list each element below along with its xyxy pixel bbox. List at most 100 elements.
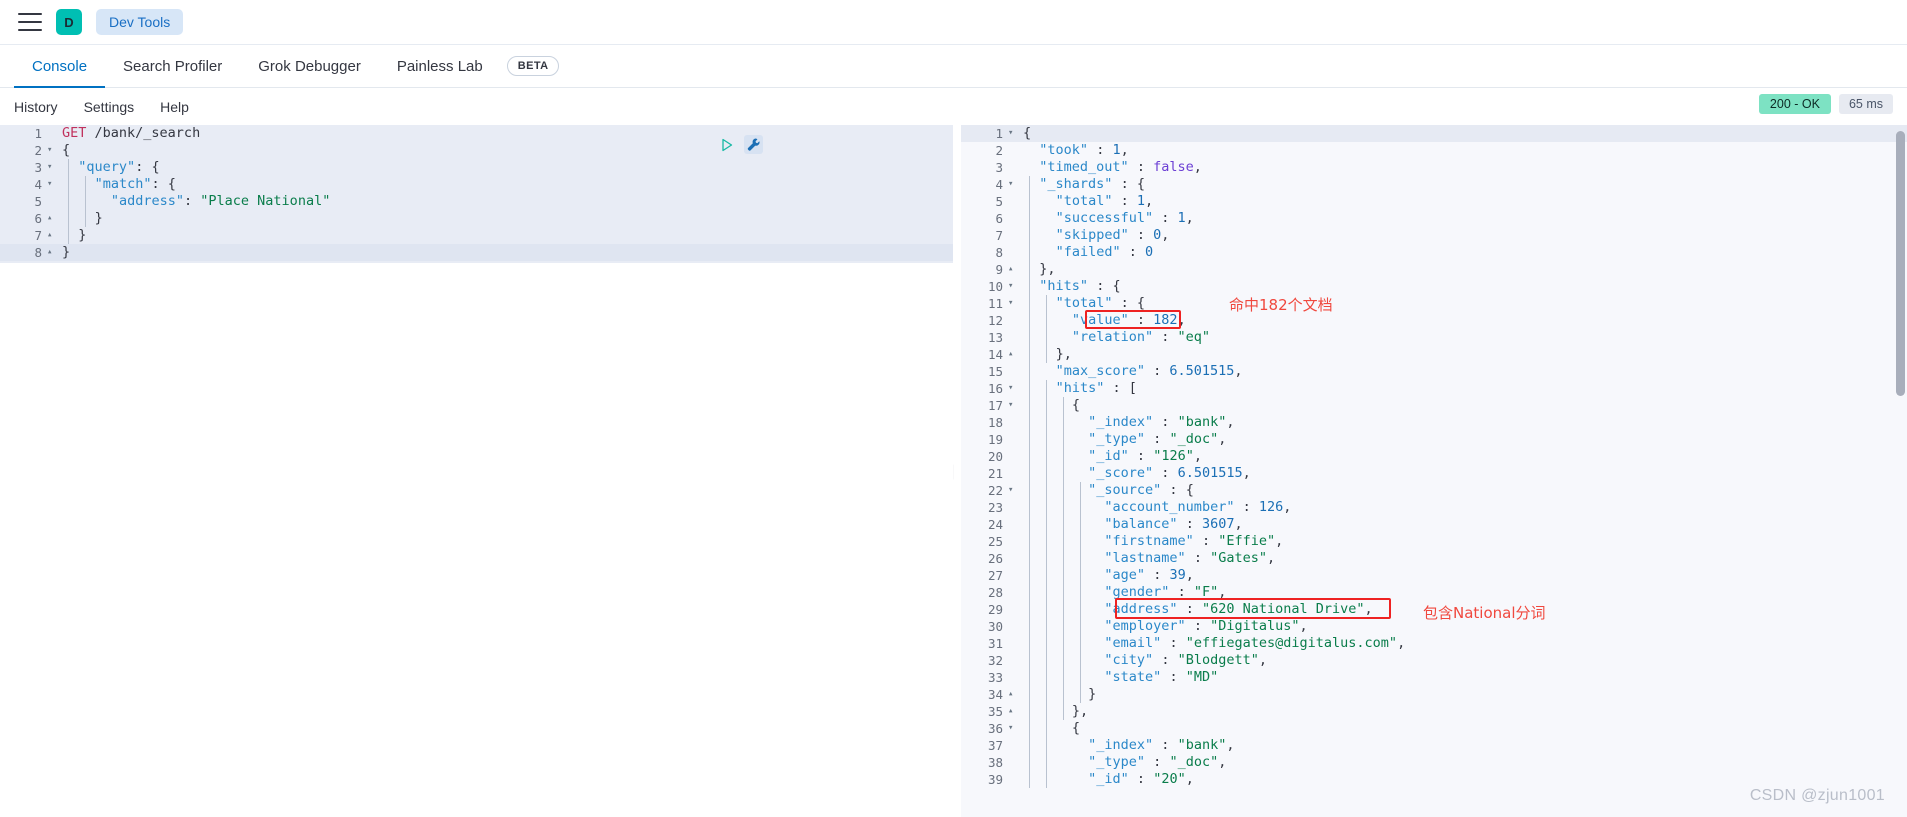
response-scrollbar-thumb[interactable]: [1896, 131, 1905, 396]
code-line: 4 ▾ "match": {: [0, 176, 953, 193]
line-number: 3: [34, 160, 42, 175]
annotation-label-address: 包含National分词: [1423, 604, 1546, 622]
tab-search-profiler[interactable]: Search Profiler: [105, 45, 240, 87]
code-text: }: [1088, 686, 1097, 702]
fold-toggle-icon[interactable]: ▾: [1007, 295, 1019, 312]
line-number: 14: [987, 347, 1003, 362]
code-text: "lastname" : "Gates",: [1104, 550, 1276, 566]
fold-toggle-icon[interactable]: ▾: [46, 159, 58, 176]
code-line: 11 ▾ "total" : {: [961, 295, 1907, 312]
line-number: 19: [987, 432, 1003, 447]
code-line: 39 "_id" : "20",: [961, 771, 1907, 788]
beta-badge: BETA: [506, 56, 560, 76]
code-line: 38 "_type" : "_doc",: [961, 754, 1907, 771]
tab-grok-debugger[interactable]: Grok Debugger: [240, 45, 379, 87]
code-text: },: [1071, 703, 1089, 719]
code-text: {: [1071, 720, 1080, 736]
console-toolbar: History Settings Help 200 - OK 65 ms: [0, 88, 1907, 125]
wrench-icon[interactable]: [744, 135, 763, 154]
annotation-label-hits-total: 命中182个文档: [1229, 296, 1333, 314]
tab-bar: Console Search Profiler Grok Debugger Pa…: [0, 45, 1907, 88]
code-text: "address": "Place National": [110, 193, 331, 209]
code-line: 17 ▾ {: [961, 397, 1907, 414]
code-text: "_id" : "20",: [1088, 771, 1194, 787]
line-number: 4: [995, 177, 1003, 192]
code-text: "total" : 1,: [1055, 193, 1154, 209]
request-editor-pane[interactable]: 1 GET /bank/_search 2 ▾{3 ▾ "query": {4 ▾ "ma…: [0, 125, 953, 817]
response-scrollbar[interactable]: [1896, 125, 1905, 817]
line-number: 7: [995, 228, 1003, 243]
code-line: 10 ▾ "hits" : {: [961, 278, 1907, 295]
code-line: 3 "timed_out" : false,: [961, 159, 1907, 176]
line-number: 2: [34, 143, 42, 158]
line-number: 1: [34, 126, 42, 141]
line-number: 31: [987, 636, 1003, 651]
code-line: 21 "_score" : 6.501515,: [961, 465, 1907, 482]
code-text: "_shards" : {: [1039, 176, 1145, 192]
code-line: 27 "age" : 39,: [961, 567, 1907, 584]
pane-splitter[interactable]: ❙❙: [945, 125, 970, 817]
fold-toggle-icon[interactable]: ▾: [1007, 278, 1019, 295]
code-text: "gender" : "F",: [1104, 584, 1227, 600]
fold-toggle-icon[interactable]: ▾: [1007, 125, 1019, 142]
line-number: 21: [987, 466, 1003, 481]
menu-history[interactable]: History: [14, 99, 58, 115]
fold-toggle-icon[interactable]: ▾: [1007, 397, 1019, 414]
menu-settings[interactable]: Settings: [84, 99, 135, 115]
code-text: "max_score" : 6.501515,: [1055, 363, 1243, 379]
tab-console[interactable]: Console: [14, 45, 106, 88]
fold-toggle-icon[interactable]: ▾: [1007, 176, 1019, 193]
code-line: 9 ▴ },: [961, 261, 1907, 278]
line-number: 5: [34, 194, 42, 209]
code-line: 16 ▾ "hits" : [: [961, 380, 1907, 397]
code-text: "skipped" : 0,: [1055, 227, 1170, 243]
watermark: CSDN @zjun1001: [1749, 787, 1885, 804]
code-text: "city" : "Blodgett",: [1104, 652, 1268, 668]
code-text: "value" : 182,: [1071, 312, 1186, 328]
code-text: "hits" : [: [1055, 380, 1137, 396]
fold-toggle-icon[interactable]: ▾: [46, 176, 58, 193]
code-line: 25 "firstname" : "Effie",: [961, 533, 1907, 550]
code-line: 31 "email" : "effiegates@digitalus.com",: [961, 635, 1907, 652]
fold-toggle-icon[interactable]: ▴: [1007, 703, 1019, 720]
avatar[interactable]: D: [56, 9, 82, 35]
line-number: 35: [987, 704, 1003, 719]
line-number: 10: [987, 279, 1003, 294]
code-line: 32 "city" : "Blodgett",: [961, 652, 1907, 669]
code-line: 12 "value" : 182,: [961, 312, 1907, 329]
line-number: 25: [987, 534, 1003, 549]
menu-help[interactable]: Help: [160, 99, 189, 115]
code-text: "_id" : "126",: [1088, 448, 1202, 464]
code-line: 26 "lastname" : "Gates",: [961, 550, 1907, 567]
code-line: 6 "successful" : 1,: [961, 210, 1907, 227]
response-viewer-pane[interactable]: 1 ▾{2 "took" : 1, 3 "timed_out" : false, 4 ▾…: [961, 125, 1907, 817]
code-text: "hits" : {: [1039, 278, 1121, 294]
code-text: "age" : 39,: [1104, 567, 1194, 583]
request-editor[interactable]: 1 GET /bank/_search 2 ▾{3 ▾ "query": {4 ▾ "ma…: [0, 125, 953, 261]
fold-toggle-icon[interactable]: ▴: [1007, 261, 1019, 278]
code-text: "relation" : "eq": [1071, 329, 1211, 345]
fold-toggle-icon[interactable]: ▴: [46, 227, 58, 244]
tab-painless-lab[interactable]: Painless Lab: [379, 45, 501, 87]
fold-toggle-icon[interactable]: ▾: [1007, 380, 1019, 397]
code-line: 6 ▴ }: [0, 210, 953, 227]
fold-toggle-icon[interactable]: ▾: [1007, 482, 1019, 499]
fold-toggle-icon[interactable]: ▴: [46, 210, 58, 227]
fold-toggle-icon[interactable]: ▴: [46, 244, 58, 261]
code-text: }: [62, 244, 71, 260]
line-number: 18: [987, 415, 1003, 430]
hamburger-menu-icon[interactable]: [18, 13, 42, 31]
line-number: 2: [995, 143, 1003, 158]
status-badge: 200 - OK: [1758, 94, 1831, 114]
play-icon[interactable]: [719, 137, 735, 153]
fold-toggle-icon[interactable]: ▾: [1007, 720, 1019, 737]
code-line: 8 "failed" : 0: [961, 244, 1907, 261]
fold-toggle-icon[interactable]: ▴: [1007, 346, 1019, 363]
code-line: 18 "_index" : "bank",: [961, 414, 1907, 431]
fold-toggle-icon[interactable]: ▴: [1007, 686, 1019, 703]
dev-tools-breadcrumb[interactable]: Dev Tools: [96, 9, 184, 35]
response-time-badge: 65 ms: [1838, 94, 1893, 114]
code-text: }: [78, 227, 87, 243]
code-line: 2 "took" : 1,: [961, 142, 1907, 159]
fold-toggle-icon[interactable]: ▾: [46, 142, 58, 159]
